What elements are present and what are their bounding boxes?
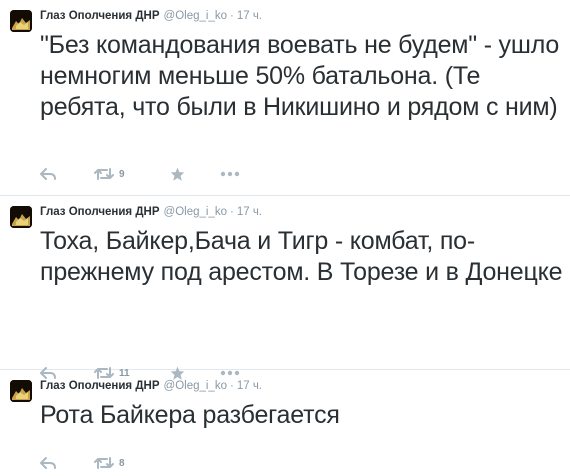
timestamp[interactable]: 17 ч.	[237, 10, 262, 22]
avatar[interactable]	[10, 206, 32, 228]
retweet-icon	[94, 457, 114, 469]
author-name[interactable]: Глаз Ополчения ДНР	[40, 10, 160, 22]
retweet-icon	[94, 168, 114, 180]
retweet-button[interactable]: 8	[94, 454, 125, 472]
tweet-text: Рота Байкера разбегается	[40, 401, 340, 429]
author-handle[interactable]: @Oleg_i_ko	[164, 10, 227, 22]
tweet-timeline: Глаз Ополчения ДНР @Oleg_i_ko · 17 ч. "Без …	[0, 0, 570, 476]
reply-icon	[40, 457, 56, 469]
tweet-actions: 9	[40, 165, 300, 183]
timestamp[interactable]: 17 ч.	[237, 380, 262, 392]
more-button[interactable]	[220, 165, 240, 183]
reply-icon	[40, 168, 56, 180]
separator: ·	[229, 380, 234, 392]
tweet-header: Глаз Ополчения ДНР @Oleg_i_ko · 17 ч.	[40, 378, 262, 394]
separator: ·	[229, 206, 234, 218]
more-icon	[220, 171, 240, 177]
reply-button[interactable]	[40, 454, 56, 472]
author-name[interactable]: Глаз Ополчения ДНР	[40, 206, 160, 218]
favorite-button[interactable]	[170, 165, 185, 183]
star-icon	[170, 167, 185, 181]
reply-button[interactable]	[40, 165, 56, 183]
tweet-header: Глаз Ополчения ДНР @Oleg_i_ko · 17 ч.	[40, 8, 262, 24]
author-handle[interactable]: @Oleg_i_ko	[164, 380, 227, 392]
tweet-header: Глаз Ополчения ДНР @Oleg_i_ko · 17 ч.	[40, 204, 262, 220]
tweet-text: "Без командования воевать не будем" - уш…	[40, 31, 560, 121]
tweet[interactable]: Глаз Ополчения ДНР @Oleg_i_ko · 17 ч. "Без …	[0, 0, 570, 196]
avatar[interactable]	[10, 10, 32, 32]
tweet[interactable]: Глаз Ополчения ДНР @Oleg_i_ko · 17 ч. Тоха,…	[0, 196, 570, 380]
retweet-count: 8	[119, 457, 125, 469]
retweet-count: 9	[119, 168, 125, 180]
author-handle[interactable]: @Oleg_i_ko	[164, 206, 227, 218]
tweet-actions: 8	[40, 454, 300, 472]
separator: ·	[229, 10, 234, 22]
retweet-button[interactable]: 9	[94, 165, 125, 183]
author-name[interactable]: Глаз Ополчения ДНР	[40, 380, 160, 392]
tweet[interactable]: Глаз Ополчения ДНР @Oleg_i_ko · 17 ч. Рота …	[0, 370, 570, 476]
tweet-text: Тоха, Байкер,Бача и Тигр - комбат, по-пр…	[40, 227, 563, 286]
timestamp[interactable]: 17 ч.	[237, 206, 262, 218]
avatar[interactable]	[10, 380, 32, 402]
